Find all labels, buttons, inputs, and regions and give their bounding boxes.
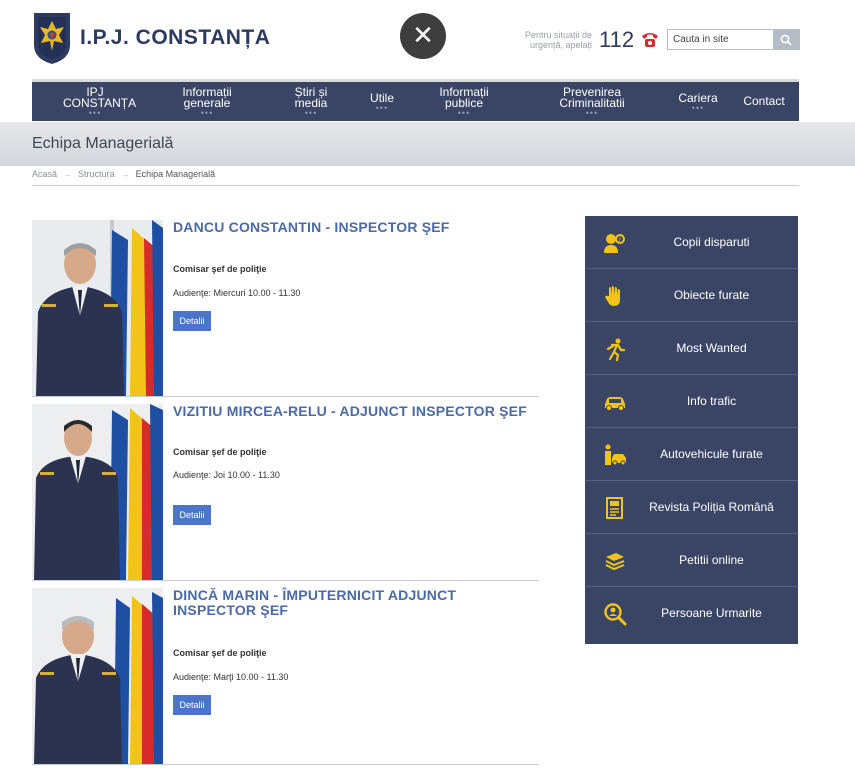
- person-audience-schedule: Audienţe: Marţi 10.00 - 11.30: [173, 672, 289, 682]
- sidebar-item-copii-disparuti[interactable]: ? Copii disparuti: [585, 216, 798, 269]
- sidebar-item-info-trafic[interactable]: Info trafic: [585, 375, 798, 428]
- breadcrumb-separator: →: [121, 170, 130, 179]
- svg-text:?: ?: [618, 237, 621, 244]
- sidebar-item-label: Revista Poliția Română: [649, 500, 774, 514]
- submenu-indicator: •••: [375, 102, 389, 113]
- sidebar-item-label: Persoane Urmarite: [661, 606, 762, 620]
- close-button[interactable]: ✕: [400, 13, 446, 59]
- search-icon: [780, 34, 792, 46]
- person-card: DINCĂ MARIN - ÎMPUTERNICIT ADJUNCT INSPE…: [32, 588, 539, 765]
- submenu-indicator: •••: [585, 108, 599, 118]
- nav-item-contact[interactable]: Contact: [738, 82, 790, 121]
- page-title: Echipa Managerială: [32, 135, 174, 152]
- nav-item-label: Prevenirea Criminalitatii: [559, 85, 625, 110]
- sidebar-item-label: Most Wanted: [676, 341, 747, 355]
- person-rank: Comisar şef de poliţie: [173, 447, 267, 457]
- emergency-label: Pentru situații de urgență, apelați: [524, 30, 592, 50]
- person-rank: Comisar şef de poliţie: [173, 648, 267, 658]
- car-icon: [605, 397, 625, 411]
- nav-item-stiri-media[interactable]: Știri și media •••: [278, 82, 344, 121]
- nav-item-utile[interactable]: Utile •••: [360, 82, 404, 121]
- breadcrumb-separator: →: [63, 170, 72, 179]
- sidebar-item-obiecte-furate[interactable]: Obiecte furate: [585, 269, 798, 322]
- search-input[interactable]: [668, 30, 774, 49]
- person-name[interactable]: VIZITIU MIRCEA-RELU - ADJUNCT INSPECTOR …: [173, 404, 533, 419]
- submenu-indicator: •••: [691, 102, 705, 113]
- phone-icon: [642, 33, 658, 47]
- nav-item-informatii-publice[interactable]: Informații publice •••: [428, 82, 500, 121]
- breadcrumb-current: Echipa Managerială: [135, 169, 216, 179]
- nav-item-label: Utile: [369, 90, 394, 105]
- breadcrumb: Acasă → Structura → Echipa Managerială: [32, 169, 215, 179]
- search-button[interactable]: [773, 30, 799, 49]
- nav-item-prevenirea-criminalitatii[interactable]: Prevenirea Criminalitatii •••: [548, 82, 636, 121]
- missing-child-icon: ?: [604, 234, 625, 253]
- person-name[interactable]: DANCU CONSTANTIN - INSPECTOR ŞEF: [173, 220, 533, 235]
- sidebar-item-autovehicule-furate[interactable]: Autovehicule furate: [585, 428, 798, 481]
- person-name[interactable]: DINCĂ MARIN - ÎMPUTERNICIT ADJUNCT INSPE…: [173, 588, 533, 618]
- nav-item-label: Informații publice: [439, 85, 489, 110]
- quick-links-sidebar: ? Copii disparuti Obiecte furate Most Wa…: [585, 216, 798, 644]
- search-box: [667, 29, 800, 50]
- nav-item-ipj-constanta[interactable]: IPJ CONSTANȚA •••: [60, 82, 137, 121]
- sidebar-item-label: Info trafic: [686, 394, 737, 408]
- sidebar-item-revista-politia-romana[interactable]: Revista Poliția Română: [585, 481, 798, 534]
- sidebar-item-label: Obiecte furate: [673, 288, 750, 302]
- sidebar-item-label: Autovehicule furate: [660, 447, 763, 461]
- submenu-indicator: •••: [200, 108, 214, 118]
- search-person-icon: [604, 603, 627, 626]
- site-title[interactable]: I.P.J. CONSTANȚA: [80, 26, 270, 50]
- person-rank: Comisar şef de poliţie: [173, 264, 267, 274]
- sidebar-item-label: Copii disparuti: [673, 235, 750, 249]
- sidebar-item-label: Petitii online: [679, 553, 744, 567]
- sidebar-item-persoane-urmarite[interactable]: Persoane Urmarite: [585, 587, 798, 640]
- submenu-indicator: •••: [304, 108, 318, 118]
- nav-item-label: IPJ CONSTANȚA: [63, 85, 137, 110]
- nav-item-cariera[interactable]: Cariera •••: [672, 82, 724, 121]
- details-button[interactable]: Detalii: [173, 311, 211, 331]
- emergency-number: 112: [599, 27, 635, 52]
- nav-item-informatii-generale[interactable]: Informații generale •••: [172, 82, 242, 121]
- magazine-icon: [606, 497, 623, 519]
- breadcrumb-link-home[interactable]: Acasă: [32, 169, 57, 179]
- person-card: VIZITIU MIRCEA-RELU - ADJUNCT INSPECTOR …: [32, 404, 539, 581]
- sidebar-item-petitii-online[interactable]: Petitii online: [585, 534, 798, 587]
- documents-stack-icon: [605, 553, 625, 571]
- details-button[interactable]: Detalii: [173, 695, 211, 715]
- breadcrumb-link-structura[interactable]: Structura: [78, 169, 115, 179]
- main-nav: IPJ CONSTANȚA ••• Informații generale ••…: [32, 82, 799, 121]
- nav-item-label: Contact: [743, 94, 785, 108]
- person-audience-schedule: Audienţe: Joi 10.00 - 11.30: [173, 470, 280, 480]
- running-person-icon: [606, 338, 626, 361]
- person-photo[interactable]: [32, 588, 163, 764]
- person-photo[interactable]: [32, 404, 163, 580]
- nav-item-label: Știri și media: [294, 85, 328, 110]
- submenu-indicator: •••: [88, 108, 102, 118]
- police-crest-logo[interactable]: [32, 11, 72, 65]
- details-button[interactable]: Detalii: [173, 505, 211, 525]
- submenu-indicator: •••: [457, 108, 471, 118]
- nav-item-label: Informații generale: [182, 85, 232, 110]
- nav-item-label: Cariera: [678, 90, 718, 105]
- person-audience-schedule: Audienţe: Miercuri 10.00 - 11.30: [173, 288, 301, 298]
- sidebar-item-most-wanted[interactable]: Most Wanted: [585, 322, 798, 375]
- stolen-car-icon: [605, 444, 626, 466]
- hand-icon: [605, 286, 620, 306]
- person-photo[interactable]: [32, 220, 163, 396]
- person-card: DANCU CONSTANTIN - INSPECTOR ŞEF Comisar…: [32, 220, 539, 397]
- breadcrumb-divider: [32, 185, 799, 186]
